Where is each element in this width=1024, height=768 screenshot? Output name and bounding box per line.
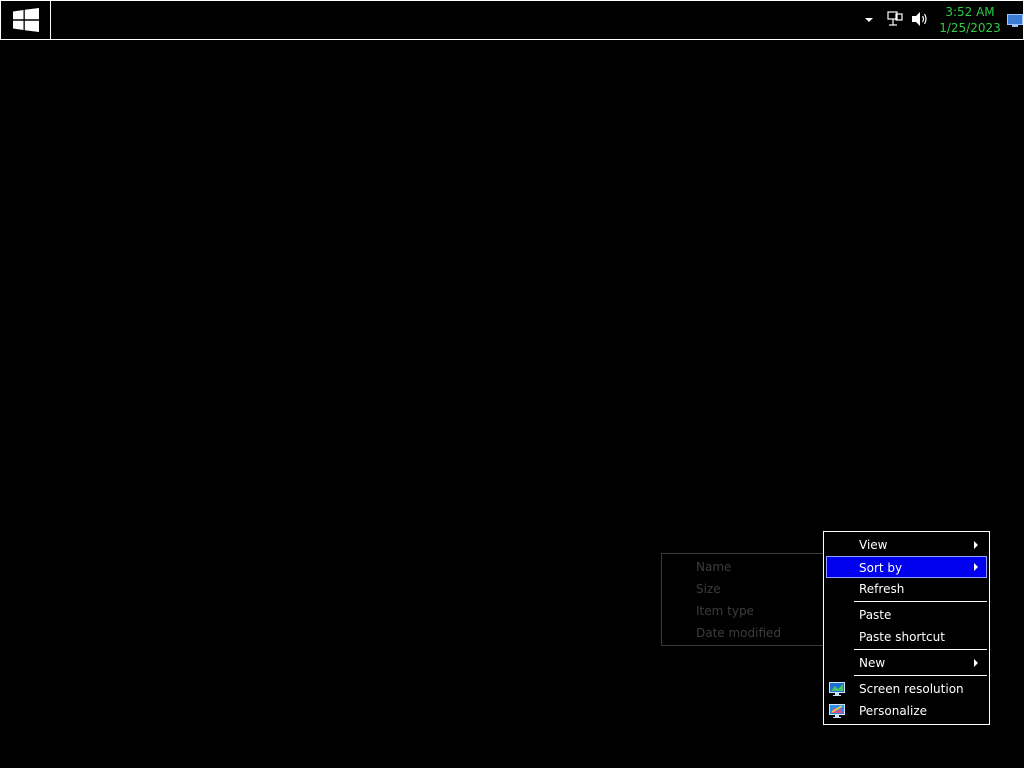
- desktop[interactable]: 3:52 AM 1/25/2023 Name Size Item type Da…: [0, 0, 1024, 768]
- monitor-icon[interactable]: [1007, 14, 1023, 27]
- menu-item-view[interactable]: View: [826, 534, 987, 556]
- clock-time: 3:52 AM: [945, 5, 995, 19]
- menu-item-personalize[interactable]: Personalize: [826, 700, 987, 722]
- chevron-down-icon[interactable]: [862, 13, 876, 27]
- clock-date: 1/25/2023: [939, 21, 1001, 35]
- menu-item-paste-shortcut[interactable]: Paste shortcut: [826, 626, 987, 648]
- menu-item-refresh[interactable]: Refresh: [826, 578, 987, 600]
- menu-item-label: Sort by: [859, 561, 903, 575]
- sort-by-submenu: Name Size Item type Date modified: [661, 553, 824, 646]
- menu-item-label: Personalize: [859, 704, 928, 718]
- start-button[interactable]: [1, 1, 51, 39]
- menu-item-label: Screen resolution: [859, 682, 964, 696]
- menu-item-label: Refresh: [859, 582, 905, 596]
- chevron-right-icon: [974, 659, 978, 667]
- menu-separator: [854, 601, 987, 602]
- chevron-right-icon: [974, 541, 978, 549]
- menu-item-label: New: [859, 656, 886, 670]
- menu-item-label: Paste shortcut: [859, 630, 945, 644]
- desktop-context-menu: View Sort by Refresh Paste Paste shortcu…: [823, 531, 990, 725]
- menu-separator: [854, 675, 987, 676]
- submenu-item-date-modified[interactable]: Date modified: [696, 622, 781, 644]
- taskbar: 3:52 AM 1/25/2023: [0, 0, 1024, 40]
- volume-icon[interactable]: [910, 10, 930, 28]
- menu-item-new[interactable]: New: [826, 652, 987, 674]
- menu-item-label: View: [859, 538, 888, 552]
- menu-item-screen-resolution[interactable]: Screen resolution: [826, 678, 987, 700]
- menu-item-paste[interactable]: Paste: [826, 604, 987, 626]
- submenu-item-name[interactable]: Name: [696, 556, 731, 578]
- personalize-icon: [829, 704, 845, 718]
- menu-item-label: Paste: [859, 608, 892, 622]
- network-icon[interactable]: [886, 10, 904, 28]
- submenu-item-item-type[interactable]: Item type: [696, 600, 754, 622]
- menu-separator: [854, 649, 987, 650]
- menu-item-sort-by[interactable]: Sort by: [826, 556, 987, 578]
- screen-resolution-icon: [829, 682, 845, 696]
- windows-logo-icon: [12, 8, 39, 32]
- clock[interactable]: 3:52 AM 1/25/2023: [939, 4, 1001, 38]
- chevron-right-icon: [974, 563, 978, 571]
- submenu-item-size[interactable]: Size: [696, 578, 721, 600]
